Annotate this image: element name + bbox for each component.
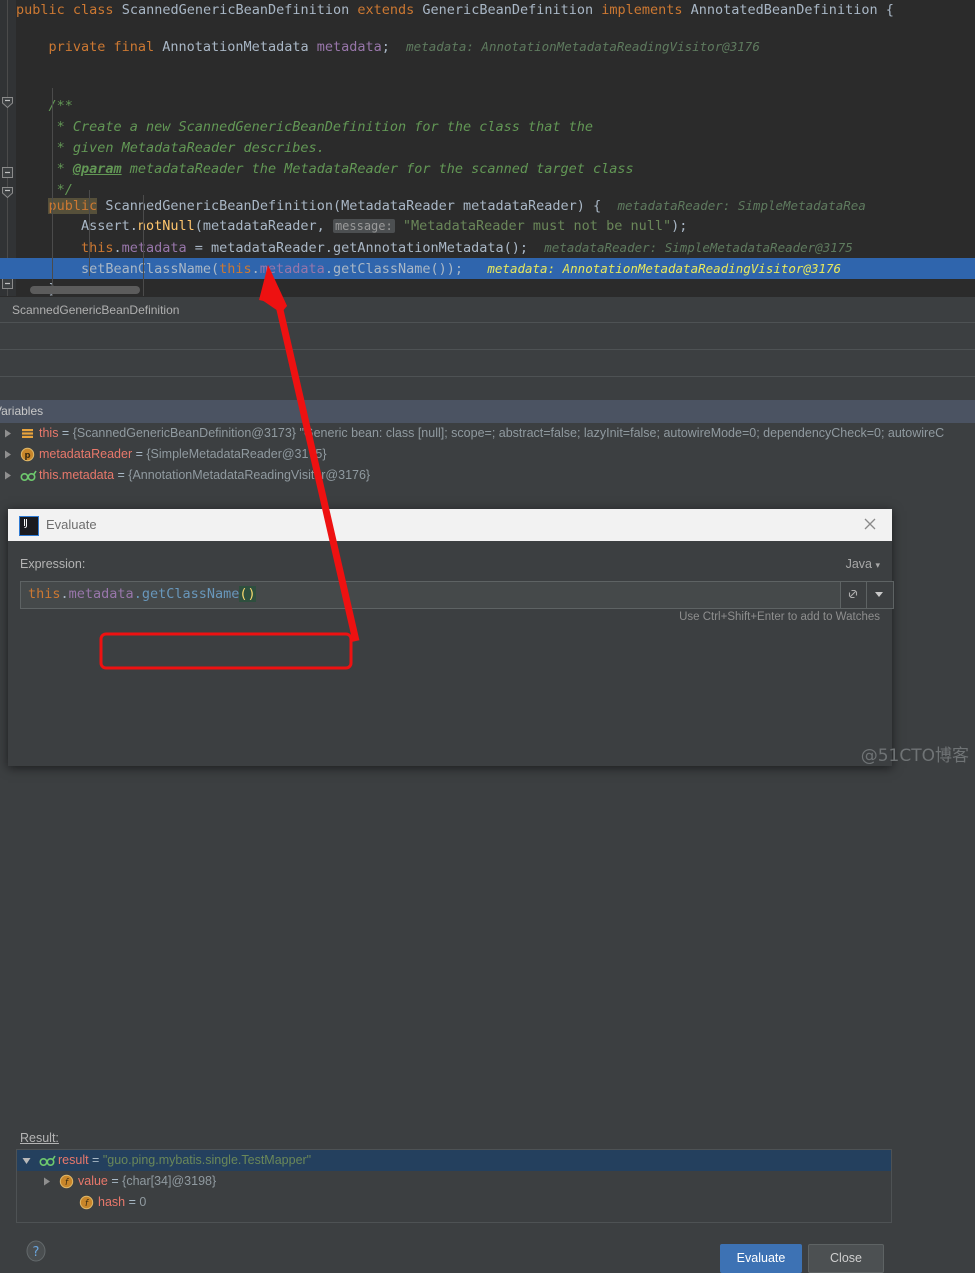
watches-hint: Use Ctrl+Shift+Enter to add to Watches xyxy=(679,611,880,623)
code-line: public ScannedGenericBeanDefinition(Meta… xyxy=(48,198,866,214)
tree-row-text: metadataReader = {SimpleMetadataReader@3… xyxy=(39,447,327,461)
code-line: * Create a new ScannedGenericBeanDefinit… xyxy=(56,119,594,135)
tree-row-text: value = {char[34]@3198} xyxy=(78,1174,216,1188)
code-editor[interactable]: public class ScannedGenericBeanDefinitio… xyxy=(0,0,975,296)
indent-guide xyxy=(143,195,144,296)
tree-row-text: result = "guo.ping.mybatis.single.TestMa… xyxy=(58,1153,311,1167)
code-line: setBeanClassName(this.metadata.getClassN… xyxy=(80,261,842,277)
code-line: * @param metadataReader the MetadataRead… xyxy=(56,161,634,177)
variable-value: {AnnotationMetadataReadingVisitor@3176} xyxy=(128,468,371,482)
editor-horizontal-scrollbar[interactable] xyxy=(16,286,975,294)
result-row[interactable]: f value = {char[34]@3198} xyxy=(17,1171,975,1192)
collapse-triangle-icon[interactable] xyxy=(41,1176,52,1187)
collapse-triangle-icon[interactable] xyxy=(2,428,13,439)
fold-region-icon[interactable] xyxy=(1,186,14,199)
code-line: private final AnnotationMetadata metadat… xyxy=(48,39,760,55)
dialog-title: Evaluate xyxy=(46,517,97,532)
variable-value: {char[34]@3198} xyxy=(122,1174,217,1188)
debugger-band-3 xyxy=(0,376,975,402)
scrollbar-thumb[interactable] xyxy=(30,286,140,294)
chevron-down-icon[interactable] xyxy=(866,581,894,609)
evaluate-dialog[interactable]: IJ Evaluate Expression: Java ▾ this.meta… xyxy=(8,509,894,1273)
indent-guide xyxy=(52,88,53,296)
result-row[interactable]: result = "guo.ping.mybatis.single.TestMa… xyxy=(17,1150,975,1171)
watch-icon xyxy=(20,468,37,483)
breadcrumb[interactable]: ScannedGenericBeanDefinition xyxy=(0,296,975,323)
result-label: Result: xyxy=(20,1131,59,1145)
variables-tab-label: Variables xyxy=(0,404,44,418)
code-line: Assert.notNull(metadataReader, message: … xyxy=(80,218,688,234)
variable-value: 0 xyxy=(139,1195,147,1209)
expand-triangle-icon[interactable] xyxy=(21,1155,32,1166)
result-row[interactable]: f hash = 0 xyxy=(17,1192,975,1213)
dialog-titlebar[interactable]: IJ Evaluate xyxy=(8,509,892,541)
watch-icon xyxy=(39,1153,56,1168)
variable-value: "guo.ping.mybatis.single.TestMapper" xyxy=(102,1153,312,1167)
expression-input[interactable]: this.metadata.getClassName() xyxy=(20,581,842,609)
fold-region-icon[interactable] xyxy=(1,96,14,109)
expression-label: Expression: xyxy=(20,557,86,571)
watermark: @51CTO博客 xyxy=(860,746,969,766)
tree-row-text: this.metadata = {AnnotationMetadataReadi… xyxy=(39,468,370,482)
svg-text:?: ? xyxy=(33,1245,40,1260)
indent-guide xyxy=(89,190,90,276)
svg-text:p: p xyxy=(24,451,30,461)
variable-name: this xyxy=(39,426,59,440)
variables-tree[interactable]: this = {ScannedGenericBeanDefinition@317… xyxy=(0,423,975,503)
code-line: public class ScannedGenericBeanDefinitio… xyxy=(16,2,894,18)
equals-sign: = xyxy=(125,1195,140,1209)
equals-sign: = xyxy=(88,1153,103,1167)
fold-collapse-icon[interactable] xyxy=(1,166,14,179)
variable-row[interactable]: this = {ScannedGenericBeanDefinition@317… xyxy=(0,423,975,444)
collapse-triangle-icon[interactable] xyxy=(2,449,13,460)
breadcrumb-label: ScannedGenericBeanDefinition xyxy=(12,303,180,317)
variables-tab-header[interactable]: Variables xyxy=(0,400,975,423)
debugger-band-1 xyxy=(0,322,975,350)
object-icon xyxy=(20,426,35,441)
expand-icon[interactable] xyxy=(840,581,868,609)
help-icon[interactable]: ? xyxy=(24,1240,48,1264)
code-line: * given MetadataReader describes. xyxy=(56,140,325,156)
variable-name: this.metadata xyxy=(39,468,115,482)
variable-name: metadataReader xyxy=(39,447,133,461)
gutter-divider-line xyxy=(7,0,8,296)
equals-sign: = xyxy=(132,447,147,461)
editor-gutter[interactable] xyxy=(0,0,16,296)
variable-value: {ScannedGenericBeanDefinition@3173} "Gen… xyxy=(72,426,945,440)
equals-sign: = xyxy=(114,468,129,482)
debugger-band-2 xyxy=(0,349,975,377)
intellij-icon: IJ xyxy=(19,516,39,536)
parameter-icon: p xyxy=(20,447,35,462)
result-tree[interactable]: result = "guo.ping.mybatis.single.TestMa… xyxy=(16,1149,892,1223)
collapse-triangle-icon[interactable] xyxy=(2,470,13,481)
equals-sign: = xyxy=(58,426,73,440)
variable-row[interactable]: p metadataReader = {SimpleMetadataReader@… xyxy=(0,444,975,465)
equals-sign: = xyxy=(107,1174,123,1188)
variable-name: hash xyxy=(98,1195,126,1209)
tree-row-text: this = {ScannedGenericBeanDefinition@317… xyxy=(39,426,944,440)
evaluate-button[interactable]: Evaluate xyxy=(720,1244,802,1273)
field-icon: f xyxy=(79,1195,94,1210)
code-line: this.metadata = metadataReader.getAnnota… xyxy=(80,240,853,256)
variable-name: value xyxy=(78,1174,108,1188)
close-button[interactable]: Close xyxy=(808,1244,884,1273)
language-selector[interactable]: Java ▾ xyxy=(846,557,880,571)
expression-text: this.metadata.getClassName() xyxy=(28,586,256,602)
close-icon[interactable] xyxy=(862,516,878,532)
field-icon: f xyxy=(59,1174,74,1189)
variable-row[interactable]: this.metadata = {AnnotationMetadataReadi… xyxy=(0,465,975,486)
variable-name: result xyxy=(58,1153,89,1167)
tree-row-text: hash = 0 xyxy=(98,1195,146,1209)
variable-value: {SimpleMetadataReader@3175} xyxy=(146,447,327,461)
